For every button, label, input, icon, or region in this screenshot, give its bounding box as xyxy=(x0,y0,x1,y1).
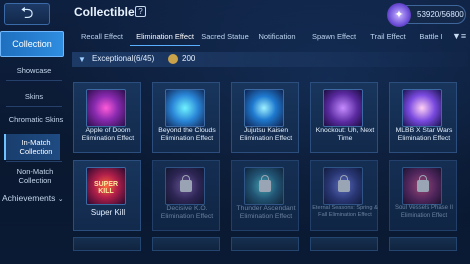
card-name: Eternal Seasons: Spring & Fall Eliminati… xyxy=(312,205,378,218)
card-name: Apple of Doom Elimination Effect xyxy=(81,127,135,142)
rank-label: Exceptional(6/45) xyxy=(92,54,155,63)
collectible-card-partial[interactable] xyxy=(310,237,378,251)
card-name: Jujutsu Kaisen Elimination Effect xyxy=(239,127,293,142)
tab-sacred-statue[interactable]: Sacred Statue xyxy=(198,30,252,44)
diamond-emblem-icon: ✦ xyxy=(387,3,411,27)
card-name: Decisive K.O. Elimination Effect xyxy=(160,205,214,220)
collapse-triangle-icon[interactable]: ▼ xyxy=(78,55,86,64)
divider xyxy=(6,80,62,81)
star-wars-icon xyxy=(402,89,442,127)
chevron-down-icon: ⌄ xyxy=(57,196,64,203)
tab-notification[interactable]: Notification xyxy=(254,30,300,44)
card-name: Super Kill xyxy=(90,208,126,217)
knockout-icon xyxy=(323,89,363,127)
card-name: Knockout: Uh, Next Time xyxy=(315,127,375,142)
collectible-card-partial[interactable] xyxy=(231,237,299,251)
tab-bar: Recall Effect Elimination Effect Sacred … xyxy=(70,28,470,46)
divider xyxy=(6,106,62,107)
lock-icon xyxy=(417,175,429,192)
collectible-card-partial[interactable] xyxy=(73,237,141,251)
points-value: 200 xyxy=(182,54,196,63)
collectible-card[interactable]: Decisive K.O. Elimination Effect xyxy=(152,160,220,231)
divider xyxy=(6,161,62,162)
beyond-the-clouds-icon xyxy=(165,89,205,127)
rank-filter-bar: ▼ Exceptional(6/45) 200 xyxy=(72,52,468,67)
sidebar-item-chromatic-skins[interactable]: Chromatic Skins xyxy=(8,115,64,124)
sidebar-item-label: Achievements xyxy=(2,193,56,203)
collectible-card[interactable]: Thunder Ascendant Elimination Effect xyxy=(231,160,299,231)
lock-icon xyxy=(180,175,192,192)
card-name: Soul Vessels Phase II Elimination Effect xyxy=(394,205,454,219)
card-name: Thunder Ascendant Elimination Effect xyxy=(236,205,296,220)
apple-of-doom-icon xyxy=(86,89,126,127)
super-kill-badge: SUPER KILL xyxy=(93,181,119,195)
sidebar-item-skins[interactable]: Skins xyxy=(4,92,64,101)
sidebar-item-in-match-collection[interactable]: In-Match Collection xyxy=(12,138,60,156)
page-title: Collectible xyxy=(74,5,135,19)
collectible-card[interactable]: Apple of Doom Elimination Effect xyxy=(73,82,141,153)
sidebar: Collection Showcase Skins Chromatic Skin… xyxy=(0,28,68,264)
collectible-card[interactable]: MLBB X Star Wars Elimination Effect xyxy=(389,82,457,153)
collectible-card[interactable]: Knockout: Uh, Next Time xyxy=(310,82,378,153)
tab-elimination-effect[interactable]: Elimination Effect xyxy=(130,30,200,44)
sidebar-item-achievements[interactable]: Achievements ⌄ xyxy=(2,194,66,204)
collectible-card[interactable]: Eternal Seasons: Spring & Fall Eliminati… xyxy=(310,160,378,231)
info-icon[interactable]: ? xyxy=(135,6,146,17)
sidebar-item-showcase[interactable]: Showcase xyxy=(4,66,64,75)
sidebar-item-non-match-collection[interactable]: Non-Match Collection xyxy=(10,167,60,185)
lock-icon xyxy=(338,175,350,192)
top-bar: ⮌ Collectible ? ✦ 53920/56800 xyxy=(0,0,470,28)
points-icon xyxy=(168,54,178,64)
collectible-card[interactable]: Beyond the Clouds Elimination Effect xyxy=(152,82,220,153)
filter-icon[interactable]: ▼≡ xyxy=(452,31,466,42)
collectible-card-partial[interactable] xyxy=(389,237,457,251)
collectible-card[interactable]: Jujutsu Kaisen Elimination Effect xyxy=(231,82,299,153)
card-name: Beyond the Clouds Elimination Effect xyxy=(158,127,216,142)
tab-spawn-effect[interactable]: Spawn Effect xyxy=(306,30,362,44)
jujutsu-kaisen-icon xyxy=(244,89,284,127)
currency-value: 53920/56800 xyxy=(417,10,464,19)
collectible-card-partial[interactable] xyxy=(152,237,220,251)
collectible-card[interactable]: SUPER KILL Super Kill xyxy=(73,160,141,231)
tab-recall-effect[interactable]: Recall Effect xyxy=(76,30,128,44)
tab-battle[interactable]: Battle I xyxy=(416,30,446,44)
lock-icon xyxy=(259,175,271,192)
tab-trail-effect[interactable]: Trail Effect xyxy=(366,30,410,44)
active-tab-indicator xyxy=(130,45,200,46)
currency-display[interactable]: ✦ 53920/56800 xyxy=(387,3,466,27)
collectible-card[interactable]: Soul Vessels Phase II Elimination Effect xyxy=(389,160,457,231)
super-kill-icon: SUPER KILL xyxy=(86,167,126,205)
back-arrow-icon[interactable]: ⮌ xyxy=(4,3,50,25)
sidebar-item-collection[interactable]: Collection xyxy=(0,31,64,57)
card-name: MLBB X Star Wars Elimination Effect xyxy=(395,127,453,142)
